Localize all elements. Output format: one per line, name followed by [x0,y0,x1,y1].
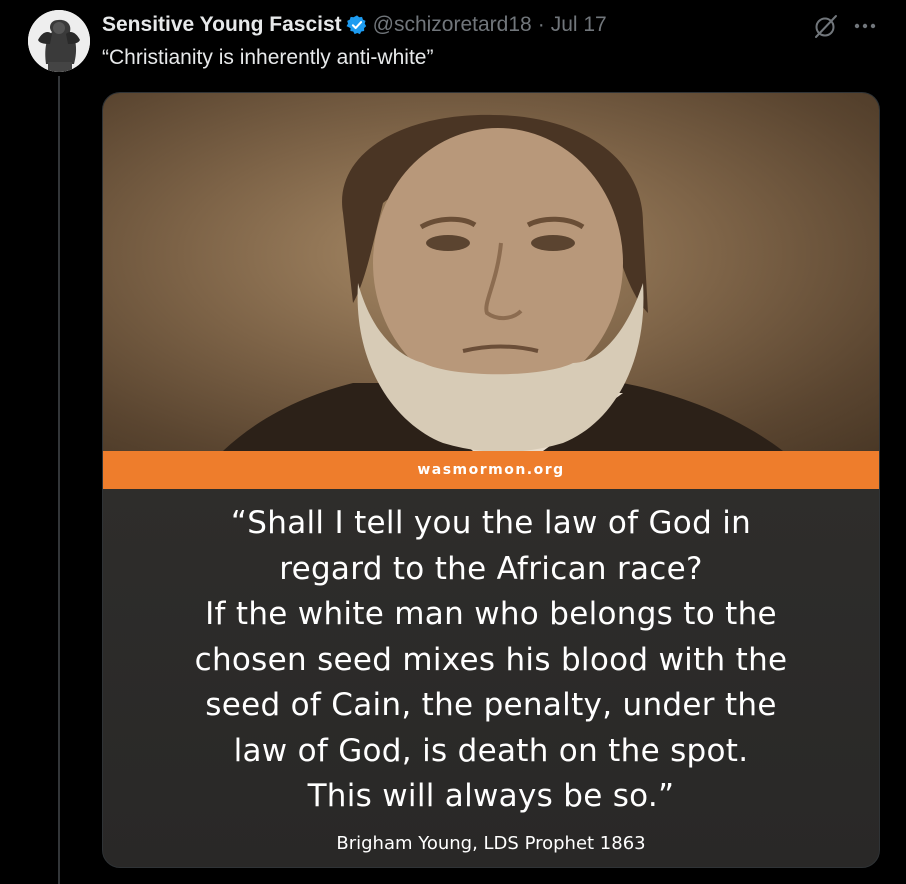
tweet-text: “Christianity is inherently anti-white” [102,46,434,69]
quote-attribution: Brigham Young, LDS Prophet 1863 [336,833,646,854]
statue-avatar-icon [28,10,90,72]
more-options-icon[interactable] [850,12,880,40]
quote-line: “Shall I tell you the law of God in [230,505,752,541]
quote-panel: “Shall I tell you the law of God in rega… [103,489,879,867]
tweet-header: Sensitive Young Fascist @schizoretard18 … [102,12,607,38]
quote-line: seed of Cain, the penalty, under the [205,687,777,723]
quote-line: chosen seed mixes his blood with the [194,641,788,678]
quote-line: If the white man who belongs to the [205,596,777,632]
tweet-image[interactable]: wasmormon.org “Shall I tell you the law … [102,92,880,868]
quote-line: regard to the African race? [279,550,703,587]
portrait-photo [103,93,879,451]
separator-dot: · [537,13,545,36]
display-name[interactable]: Sensitive Young Fascist [102,12,342,38]
quote-line: law of God, is death on the spot. [233,732,749,769]
quote-line: This will always be so.” [307,778,675,814]
source-banner: wasmormon.org [103,451,879,489]
tweet-date[interactable]: Jul 17 [551,12,607,38]
quote-text: “Shall I tell you the law of God in rega… [103,501,879,820]
user-handle[interactable]: @schizoretard18 [373,12,532,38]
grok-icon[interactable] [812,12,840,40]
thread-line [58,76,60,884]
verified-badge-icon[interactable] [346,14,368,36]
avatar[interactable] [28,10,90,72]
